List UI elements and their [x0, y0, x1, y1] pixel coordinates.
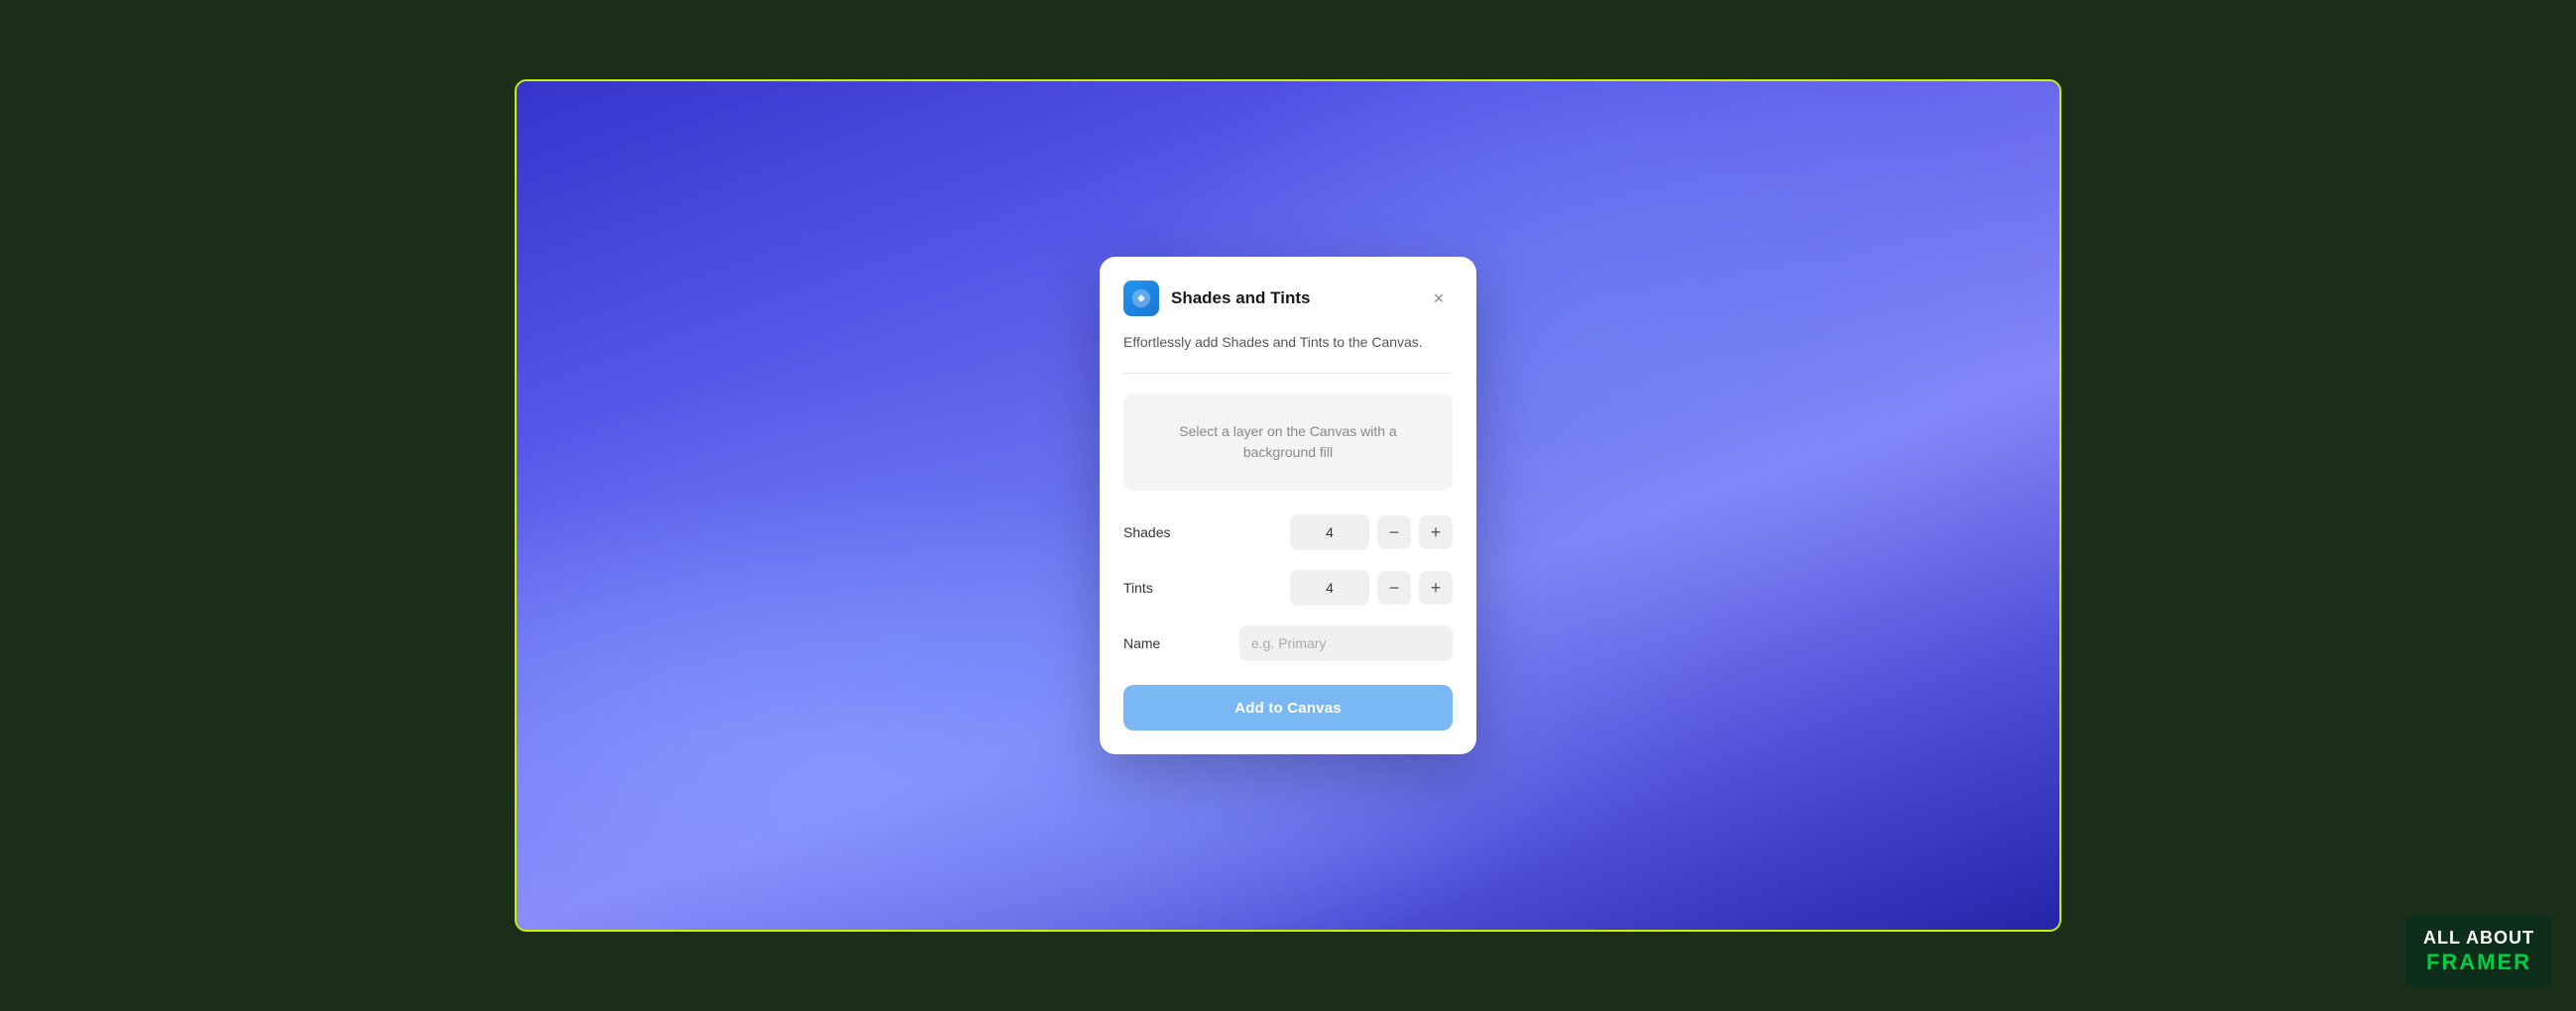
shades-controls: − + [1290, 514, 1453, 550]
shades-input[interactable] [1290, 514, 1369, 550]
select-layer-text: Select a layer on the Canvas with a back… [1143, 421, 1433, 463]
plugin-icon [1123, 281, 1159, 316]
shades-label: Shades [1123, 524, 1170, 540]
modal-description: Effortlessly add Shades and Tints to the… [1123, 332, 1453, 374]
modal-overlay: Shades and Tints × Effortlessly add Shad… [517, 81, 2059, 930]
plus-icon: + [1431, 522, 1442, 543]
modal-header-left: Shades and Tints [1123, 281, 1310, 316]
close-icon: × [1434, 288, 1445, 309]
tints-input[interactable] [1290, 570, 1369, 606]
modal-title: Shades and Tints [1171, 288, 1310, 308]
branding-line1: ALL ABOUT [2423, 928, 2534, 950]
select-layer-box: Select a layer on the Canvas with a back… [1123, 393, 1453, 491]
modal-dialog: Shades and Tints × Effortlessly add Shad… [1100, 257, 1476, 754]
shades-row: Shades − + [1123, 514, 1453, 550]
branding-line2: FRAMER [2426, 950, 2531, 975]
add-to-canvas-button[interactable]: Add to Canvas [1123, 685, 1453, 730]
canvas-area: Shades and Tints × Effortlessly add Shad… [515, 79, 2061, 932]
tints-controls: − + [1290, 570, 1453, 606]
tints-minus-icon: − [1389, 578, 1400, 599]
name-label: Name [1123, 635, 1160, 651]
close-button[interactable]: × [1425, 284, 1453, 312]
modal-header: Shades and Tints × [1123, 281, 1453, 316]
shades-plus-button[interactable]: + [1419, 515, 1453, 549]
tints-row: Tints − + [1123, 570, 1453, 606]
tints-plus-icon: + [1431, 578, 1442, 599]
tints-minus-button[interactable]: − [1377, 571, 1411, 605]
name-input[interactable] [1239, 625, 1453, 661]
tints-label: Tints [1123, 580, 1153, 596]
minus-icon: − [1389, 522, 1400, 543]
branding: ALL ABOUT FRAMER [2405, 916, 2552, 987]
name-row: Name [1123, 625, 1453, 661]
tints-plus-button[interactable]: + [1419, 571, 1453, 605]
shades-minus-button[interactable]: − [1377, 515, 1411, 549]
